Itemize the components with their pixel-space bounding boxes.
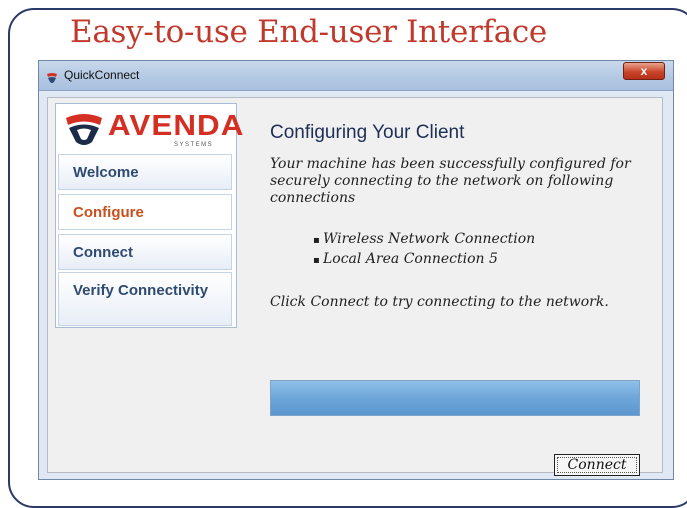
slide-title: Easy-to-use End-user Interface (70, 14, 547, 50)
quickconnect-window: QuickConnect x AVENDA SYSTEMS Welcome Co… (38, 60, 674, 480)
avenda-shield-icon (66, 114, 102, 145)
logo-wordmark: AVENDA (108, 110, 245, 142)
list-item: Wireless Network Connection (313, 230, 535, 250)
sidebar-item-configure[interactable]: Configure (58, 194, 232, 230)
sidebar-item-connect[interactable]: Connect (58, 234, 232, 270)
list-item: Local Area Connection 5 (313, 250, 535, 270)
avenda-logo: AVENDA SYSTEMS (56, 104, 243, 154)
window-title: QuickConnect (64, 68, 140, 82)
close-button[interactable]: x (623, 62, 665, 80)
logo-subtext: SYSTEMS (174, 142, 214, 148)
page-heading: Configuring Your Client (270, 122, 465, 143)
window-client-area: AVENDA SYSTEMS Welcome Configure Connect… (47, 97, 663, 476)
app-shield-icon (46, 69, 58, 83)
connection-list: Wireless Network Connection Local Area C… (313, 230, 535, 270)
sidebar-item-verify-connectivity[interactable]: Verify Connectivity (58, 272, 232, 326)
progress-bar (270, 380, 640, 416)
sidebar: AVENDA SYSTEMS Welcome Configure Connect… (55, 103, 243, 328)
connect-button[interactable]: Connect (554, 454, 640, 476)
window-titlebar[interactable]: QuickConnect x (39, 61, 673, 91)
sidebar-item-welcome[interactable]: Welcome (58, 154, 232, 190)
instruction-text: Click Connect to try connecting to the n… (270, 294, 609, 310)
description-text: Your machine has been successfully confi… (270, 156, 631, 206)
